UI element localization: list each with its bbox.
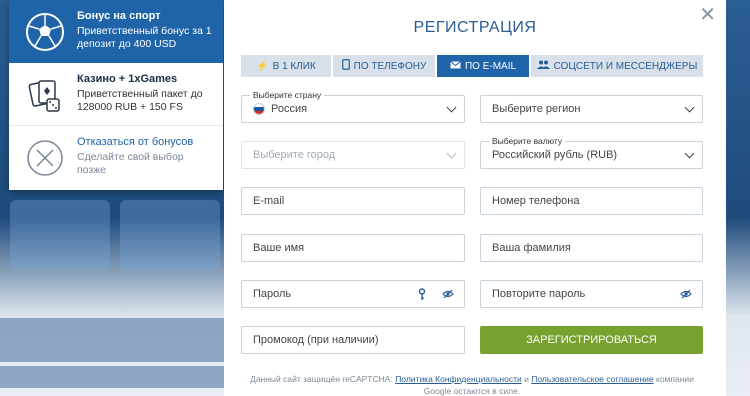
recaptcha-notice: Данный сайт защищён reCAPTCHA: Политика … xyxy=(241,373,703,396)
password-repeat-placeholder: Повторите пароль xyxy=(492,288,586,300)
bonus-decline[interactable]: Отказаться от бонусов Сделайте свой выбо… xyxy=(9,126,223,189)
key-icon[interactable] xyxy=(418,288,426,304)
registration-tabs: ⚡ В 1 КЛИК ПО ТЕЛЕФОНУ ПО E-MAIL СОЦСЕТИ… xyxy=(241,55,703,77)
tab-label: В 1 КЛИК xyxy=(272,60,316,72)
envelope-icon xyxy=(450,60,461,72)
country-select[interactable]: Выберите страну Россия xyxy=(241,90,465,123)
currency-caption: Выберите валюту xyxy=(489,136,566,146)
password-placeholder: Пароль xyxy=(253,288,292,300)
legal-prefix: Данный сайт защищён reCAPTCHA: xyxy=(250,374,396,384)
chevron-down-icon xyxy=(446,102,457,113)
last-name-placeholder: Ваша фамилия xyxy=(492,242,571,254)
cancel-circle-icon xyxy=(23,136,67,180)
tab-social[interactable]: СОЦСЕТИ И МЕССЕНДЖЕРЫ xyxy=(531,55,703,77)
chevron-down-icon xyxy=(446,148,457,159)
city-select[interactable]: Выберите город xyxy=(241,141,465,169)
bonus-text: Сделайте свой выбор позже xyxy=(77,151,184,176)
bonus-sport[interactable]: Бонус на спорт Приветственный бонус за 1… xyxy=(9,0,223,63)
first-name-field[interactable]: Ваше имя xyxy=(241,234,465,262)
password-field[interactable]: Пароль xyxy=(241,280,465,308)
last-name-field[interactable]: Ваша фамилия xyxy=(480,234,703,262)
country-caption: Выберите страну xyxy=(250,90,325,100)
promo-placeholder: Промокод (при наличии) xyxy=(253,334,379,346)
bonus-text: Приветственный бонус за 1 депозит до 400… xyxy=(77,25,212,50)
tab-one-click[interactable]: ⚡ В 1 КЛИК xyxy=(241,55,333,77)
bonus-panel: Бонус на спорт Приветственный бонус за 1… xyxy=(9,0,223,190)
eye-slash-icon[interactable] xyxy=(442,289,454,302)
chevron-down-icon xyxy=(684,102,695,113)
region-placeholder: Выберите регион xyxy=(492,103,581,115)
region-select[interactable]: Выберите регион xyxy=(480,95,703,123)
promo-code-field[interactable]: Промокод (при наличии) xyxy=(241,326,465,354)
bonus-title: Отказаться от бонусов xyxy=(77,136,194,148)
modal-title: РЕГИСТРАЦИЯ xyxy=(413,19,537,36)
tab-label: СОЦСЕТИ И МЕССЕНДЖЕРЫ xyxy=(553,60,698,72)
currency-select[interactable]: Выберите валюту Российский рубль (RUB) xyxy=(480,136,703,169)
russia-flag-icon xyxy=(253,103,265,115)
bonus-text: Приветственный пакет до 128000 RUB + 150… xyxy=(77,88,203,113)
register-button[interactable]: ЗАРЕГИСТРИРОВАТЬСЯ xyxy=(480,326,703,354)
phone-field[interactable]: Номер телефона xyxy=(480,187,703,215)
cards-dice-icon xyxy=(23,73,67,117)
password-repeat-field[interactable]: Повторите пароль xyxy=(480,280,703,308)
tab-email[interactable]: ПО E-MAIL xyxy=(437,55,531,77)
email-field[interactable]: E-mail xyxy=(241,187,465,215)
legal-and: и xyxy=(521,374,532,384)
terms-link[interactable]: Пользовательское соглашение xyxy=(531,374,653,384)
lightning-icon: ⚡ xyxy=(256,60,269,72)
tab-phone[interactable]: ПО ТЕЛЕФОНУ xyxy=(333,55,437,77)
chevron-down-icon xyxy=(684,148,695,159)
tab-label: ПО E-MAIL xyxy=(464,60,517,72)
registration-modal: ✕ РЕГИСТРАЦИЯ ⚡ В 1 КЛИК ПО ТЕЛЕФОНУ ПО … xyxy=(224,0,726,396)
phone-icon xyxy=(341,59,350,73)
bg-bar xyxy=(0,318,230,340)
bonus-title: Казино + 1xGames xyxy=(77,73,178,85)
eye-slash-icon[interactable] xyxy=(680,289,692,302)
privacy-policy-link[interactable]: Политика Конфиденциальности xyxy=(395,374,522,384)
bg-bar xyxy=(0,340,230,362)
bg-tile xyxy=(10,200,110,270)
soccer-ball-icon xyxy=(23,10,67,54)
country-value: Россия xyxy=(271,103,308,115)
first-name-placeholder: Ваше имя xyxy=(253,242,305,254)
phone-placeholder: Номер телефона xyxy=(492,195,580,207)
bg-bar xyxy=(0,366,230,388)
tab-label: ПО ТЕЛЕФОНУ xyxy=(353,60,427,72)
bonus-casino[interactable]: Казино + 1xGames Приветственный пакет до… xyxy=(9,63,223,126)
currency-value: Российский рубль (RUB) xyxy=(492,149,618,161)
city-placeholder: Выберите город xyxy=(253,149,336,161)
email-placeholder: E-mail xyxy=(253,195,285,207)
users-icon xyxy=(536,60,550,72)
bonus-title: Бонус на спорт xyxy=(77,10,161,22)
bg-tile xyxy=(120,200,220,270)
